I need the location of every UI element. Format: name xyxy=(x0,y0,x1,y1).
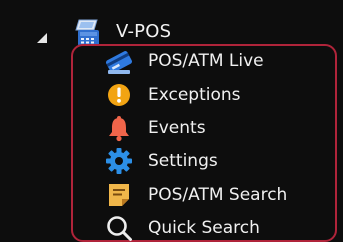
card-terminal-icon xyxy=(104,46,134,76)
tree-panel: V-POS POS/ATM Live Exceptions Events Set… xyxy=(0,0,343,242)
gear-icon xyxy=(104,146,134,176)
tree-item-pos-atm-search[interactable]: POS/ATM Search xyxy=(104,180,287,210)
tree-item-exceptions[interactable]: Exceptions xyxy=(104,80,241,110)
tree-item-label: Quick Search xyxy=(148,218,260,238)
tree-item-label: Exceptions xyxy=(148,85,241,105)
search-icon xyxy=(104,213,134,242)
bell-icon xyxy=(104,113,134,143)
tree-item-label: Settings xyxy=(148,151,218,171)
tree-item-label: POS/ATM Search xyxy=(148,185,288,205)
tree-item-events[interactable]: Events xyxy=(104,113,206,143)
note-icon xyxy=(104,180,134,210)
exclamation-icon xyxy=(104,80,134,110)
tree-item-settings[interactable]: Settings xyxy=(104,146,218,176)
tree-item-label: Events xyxy=(148,118,206,138)
tree-root-label[interactable]: V-POS xyxy=(116,18,171,46)
collapse-arrow-icon[interactable] xyxy=(35,31,49,45)
tree-item-label: POS/ATM Live xyxy=(148,51,264,71)
tree-item-quick-search[interactable]: Quick Search xyxy=(104,213,260,242)
tree-item-pos-atm-live[interactable]: POS/ATM Live xyxy=(104,46,264,76)
